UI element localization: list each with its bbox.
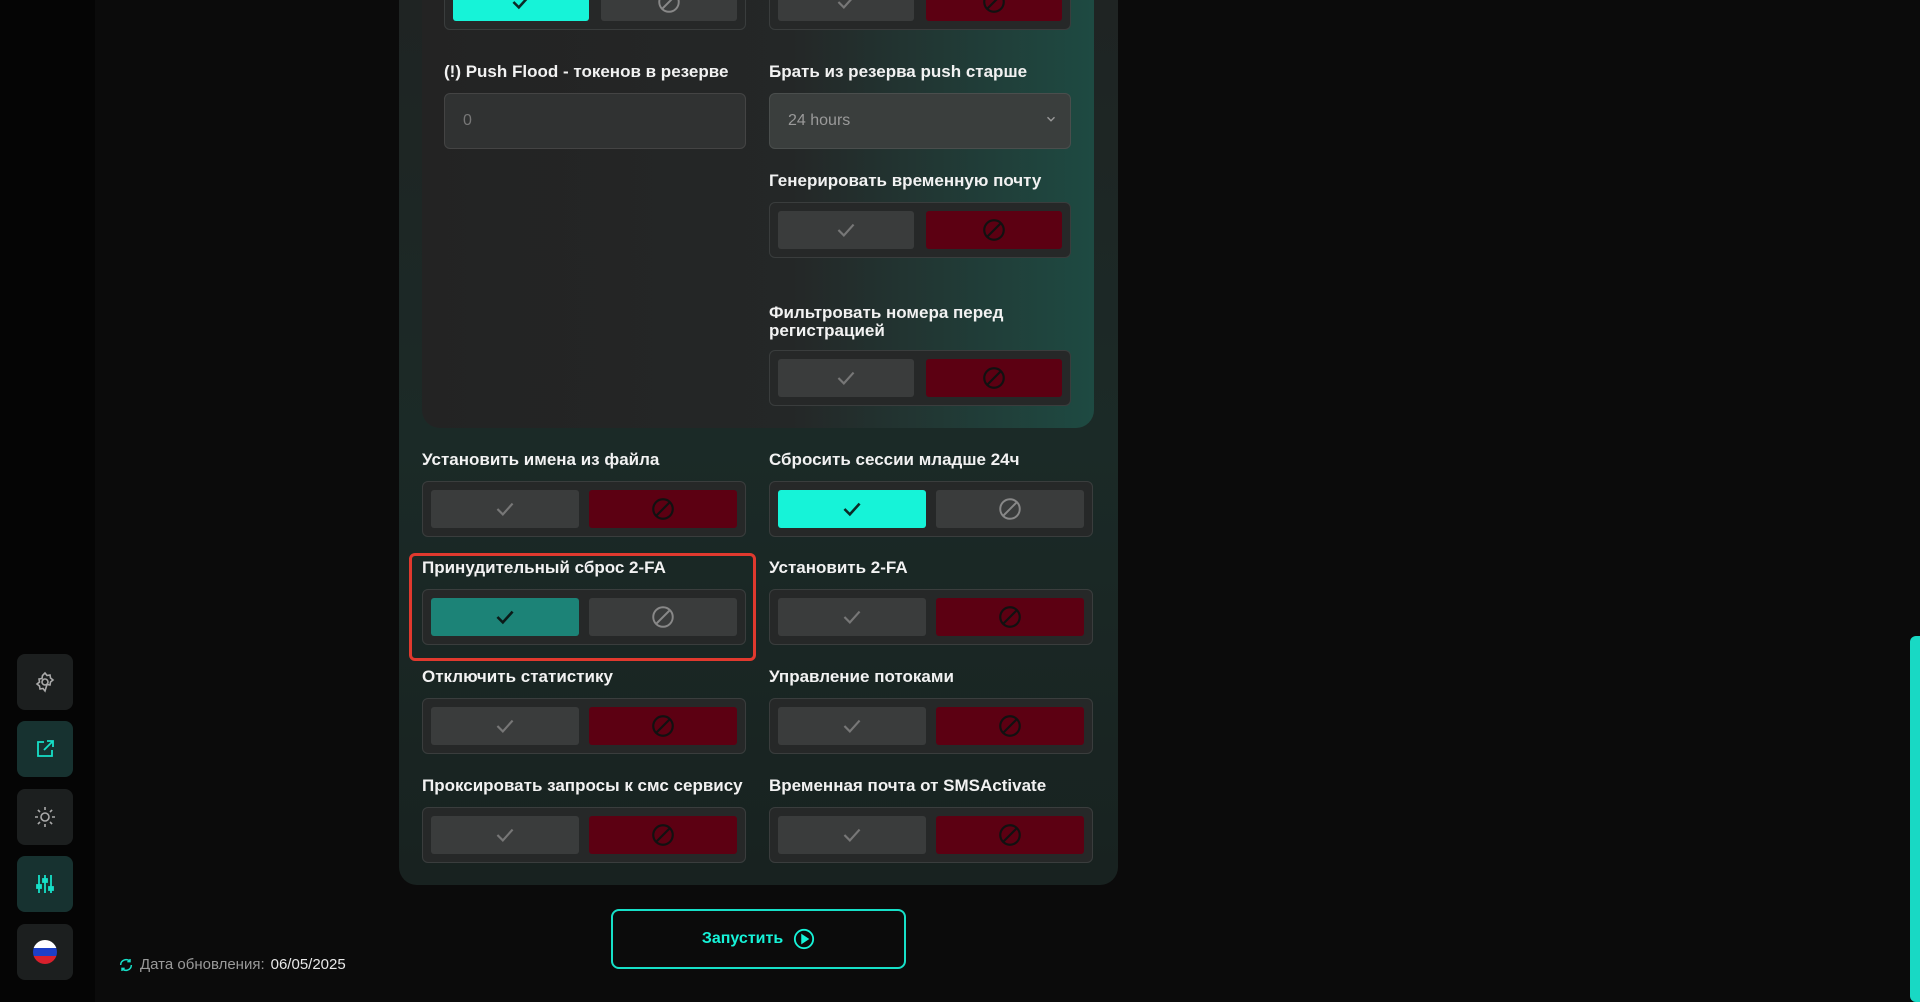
- ban-icon: [983, 0, 1005, 13]
- disable-option[interactable]: [926, 211, 1062, 249]
- sliders-button[interactable]: [17, 856, 73, 912]
- play-icon: [794, 928, 815, 950]
- set-2fa-label: Установить 2-FA: [769, 558, 908, 577]
- enable-option[interactable]: [778, 490, 926, 528]
- reserve-label: Брать из резерва push старше: [769, 62, 1028, 81]
- toggle-top-right: [769, 0, 1071, 30]
- toggle-top-left: [444, 0, 746, 30]
- enable-option[interactable]: [778, 816, 926, 854]
- names-from-file-toggle: [422, 481, 746, 537]
- push-flood-label: (!) Push Flood - токенов в резерве: [444, 62, 729, 81]
- refresh-icon: [119, 958, 133, 971]
- highlight-box: [409, 553, 756, 661]
- thread-control-label: Управление потоками: [769, 667, 954, 686]
- filter-label-line1: Фильтровать номера перед: [769, 303, 1004, 322]
- disable-option[interactable]: [936, 707, 1084, 745]
- chevron-down-icon: [1047, 116, 1055, 122]
- ban-icon: [999, 824, 1021, 846]
- disable-option[interactable]: [589, 490, 737, 528]
- proxy-sms-toggle: [422, 807, 746, 863]
- check-icon: [496, 828, 514, 842]
- disable-option[interactable]: [936, 490, 1084, 528]
- ban-icon: [983, 367, 1005, 389]
- check-icon: [496, 502, 514, 516]
- temp-mail-sms-toggle: [769, 807, 1093, 863]
- disable-option[interactable]: [589, 816, 737, 854]
- run-button-label: Запустить: [701, 930, 784, 947]
- run-button[interactable]: Запустить: [611, 909, 906, 969]
- temp-mail-toggle: [769, 202, 1071, 258]
- check-icon: [496, 719, 514, 733]
- ban-icon: [983, 219, 1005, 241]
- check-icon: [843, 610, 861, 624]
- disable-option[interactable]: [926, 0, 1062, 21]
- disable-option[interactable]: [936, 598, 1084, 636]
- disable-option[interactable]: [601, 0, 737, 21]
- check-icon: [843, 502, 861, 517]
- check-icon: [843, 719, 861, 733]
- ban-icon: [999, 715, 1021, 737]
- enable-option[interactable]: [778, 0, 914, 21]
- check-icon: [837, 0, 852, 9]
- disable-stats-toggle: [422, 698, 746, 754]
- sidebar: [0, 0, 95, 1002]
- ban-icon: [999, 498, 1021, 520]
- set-2fa-toggle: [769, 589, 1093, 645]
- sliders-icon: [36, 875, 54, 893]
- update-label: Дата обновления:: [140, 956, 265, 973]
- ban-icon: [652, 498, 674, 520]
- scrollbar-thumb[interactable]: [1910, 636, 1920, 1002]
- enable-option[interactable]: [431, 707, 579, 745]
- theme-toggle-button[interactable]: [17, 789, 73, 845]
- reset-sessions-label: Сбросить сессии младше 24ч: [769, 450, 1020, 469]
- disable-option[interactable]: [936, 816, 1084, 854]
- enable-option[interactable]: [778, 707, 926, 745]
- check-icon: [843, 828, 861, 842]
- check-icon: [837, 371, 855, 385]
- gear-icon: [35, 671, 55, 693]
- ban-icon: [652, 715, 674, 737]
- check-icon: [837, 223, 855, 237]
- enable-option[interactable]: [431, 816, 579, 854]
- enable-option[interactable]: [453, 0, 589, 21]
- proxy-sms-label: Проксировать запросы к смс сервису: [422, 776, 743, 795]
- settings-button[interactable]: [17, 654, 73, 710]
- reserve-value: 24 hours: [788, 112, 851, 129]
- filter-toggle: [769, 350, 1071, 406]
- update-date: 06/05/2025: [270, 956, 346, 973]
- check-icon: [512, 0, 528, 10]
- disable-stats-label: Отключить статистику: [422, 667, 613, 686]
- russia-flag-icon: [33, 940, 57, 964]
- language-button[interactable]: [17, 924, 73, 980]
- filter-label: Фильтровать номера перед регистрацией: [769, 304, 1003, 340]
- disable-option[interactable]: [926, 359, 1062, 397]
- sun-icon: [35, 807, 55, 827]
- reserve-select[interactable]: 24 hours: [769, 93, 1071, 149]
- enable-option[interactable]: [778, 211, 914, 249]
- enable-option[interactable]: [778, 359, 914, 397]
- filter-label-line2: регистрацией: [769, 321, 885, 340]
- enable-option[interactable]: [431, 490, 579, 528]
- push-flood-input[interactable]: 0: [444, 93, 746, 149]
- ban-icon: [652, 824, 674, 846]
- external-link-icon: [37, 740, 54, 757]
- names-from-file-label: Установить имена из файла: [422, 450, 660, 469]
- temp-mail-label: Генерировать временную почту: [769, 171, 1042, 190]
- ban-icon: [658, 0, 680, 13]
- thread-control-toggle: [769, 698, 1093, 754]
- reset-sessions-toggle: [769, 481, 1093, 537]
- external-link-button[interactable]: [17, 721, 73, 777]
- update-info: Дата обновления: 06/05/2025: [118, 956, 346, 973]
- ban-icon: [999, 606, 1021, 628]
- temp-mail-sms-label: Временная почта от SMSActivate: [769, 776, 1047, 795]
- enable-option[interactable]: [778, 598, 926, 636]
- disable-option[interactable]: [589, 707, 737, 745]
